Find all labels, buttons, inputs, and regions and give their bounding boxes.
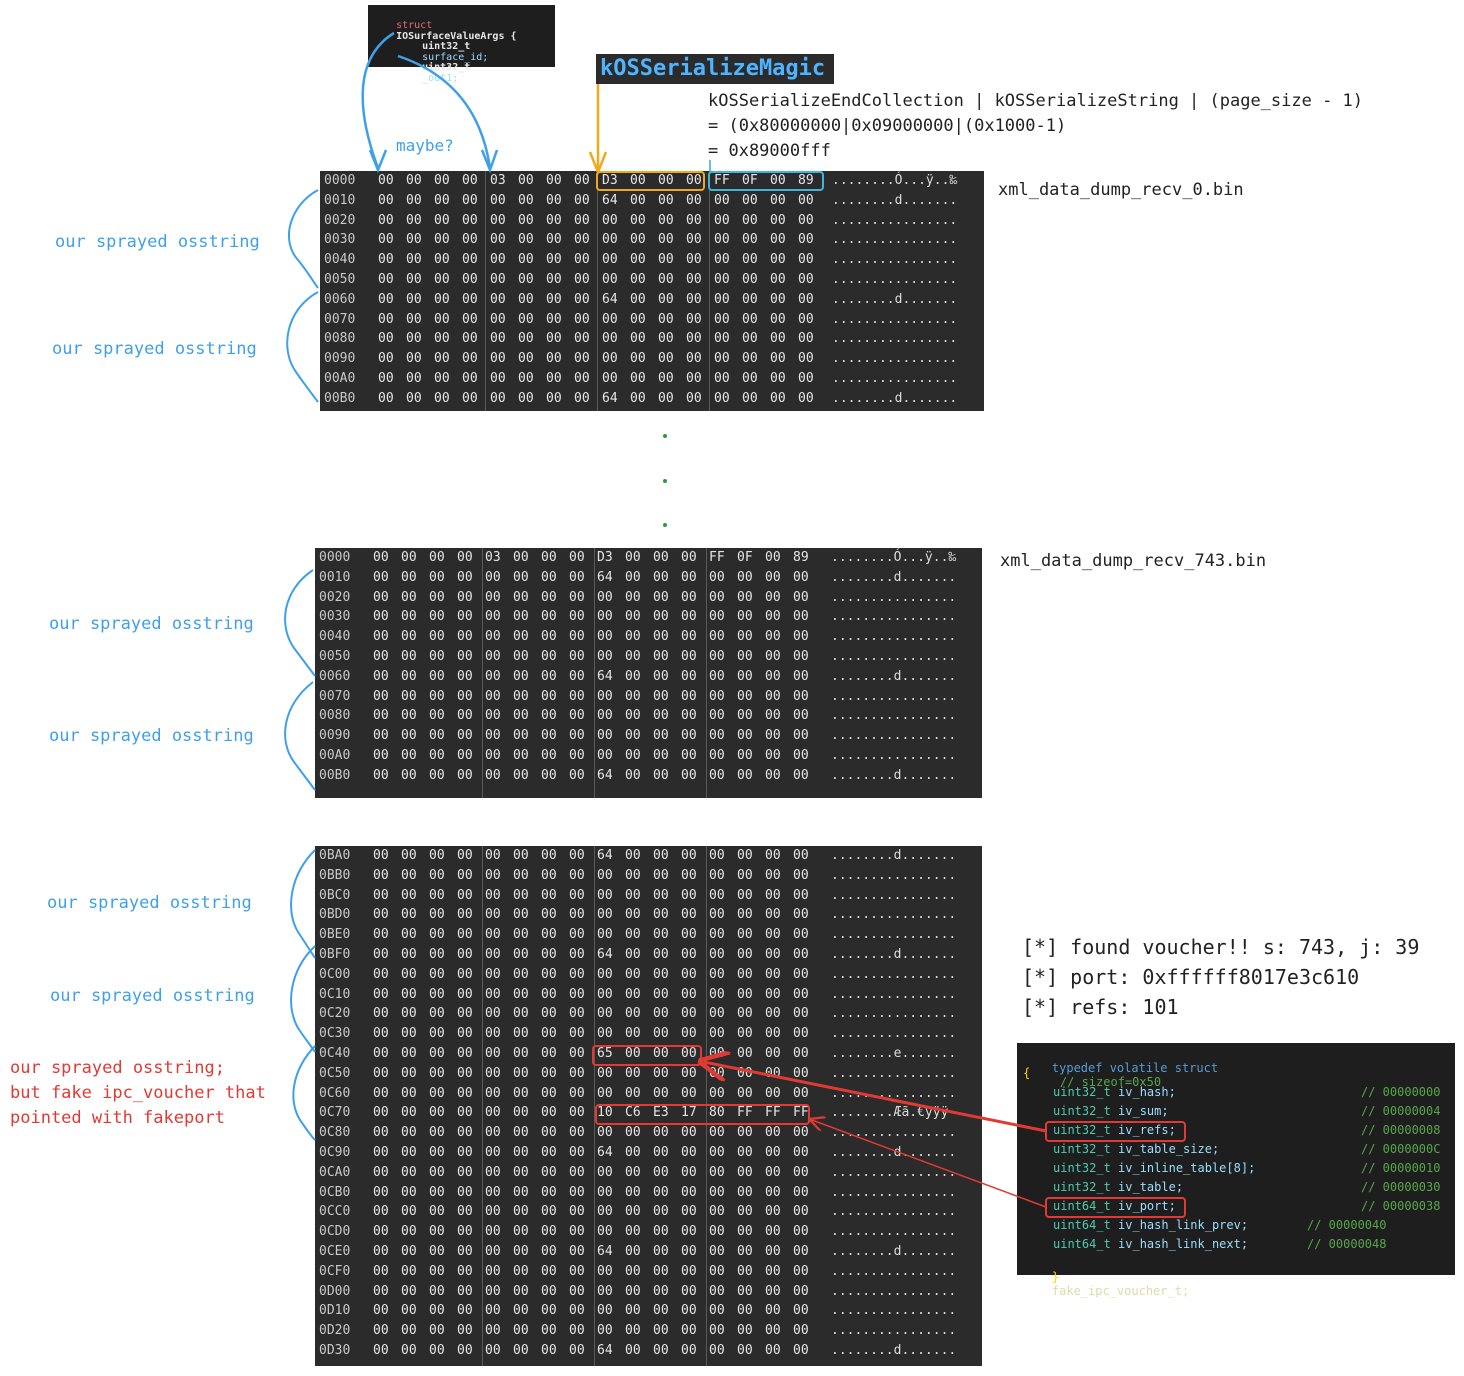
arrow-port	[812, 1120, 1047, 1208]
highlight-length-bytes	[708, 171, 824, 191]
brace	[290, 945, 316, 1053]
brace	[286, 291, 319, 403]
arrow-surface-id	[361, 31, 395, 169]
highlight-magic-bytes	[596, 171, 705, 191]
highlight-refs-bytes	[592, 1045, 702, 1066]
annotation-overlay	[284, 31, 1186, 1218]
brace	[292, 1045, 316, 1141]
brace	[284, 681, 316, 791]
arrow-refs	[704, 1062, 1047, 1133]
arrow-out1	[397, 54, 492, 169]
brace	[290, 849, 316, 959]
highlight-iv-refs	[1045, 1121, 1186, 1142]
highlight-iv-port	[1045, 1197, 1186, 1218]
highlight-port-bytes	[595, 1104, 810, 1125]
arrowhead	[368, 149, 388, 174]
brace	[288, 189, 319, 289]
brace	[284, 569, 316, 677]
